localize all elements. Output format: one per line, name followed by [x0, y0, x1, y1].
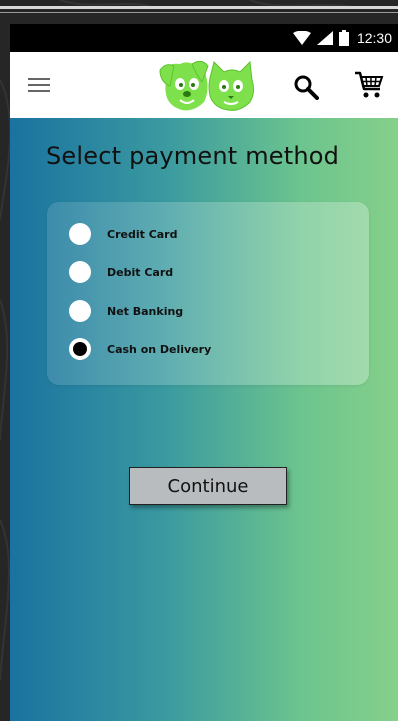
payment-options-card: Credit Card Debit Card Net Banking Cash … [47, 202, 369, 385]
search-icon[interactable] [293, 74, 319, 100]
payment-option-label: Credit Card [107, 227, 178, 241]
radio-button-selected[interactable] [69, 338, 91, 360]
status-bar: 12:30 [10, 24, 398, 52]
signal-icon [316, 31, 333, 45]
shopping-cart-icon[interactable] [354, 70, 384, 100]
payment-option-credit-card[interactable]: Credit Card [69, 222, 178, 246]
wifi-icon [292, 31, 311, 45]
page-title: Select payment method [46, 142, 340, 170]
radio-button[interactable] [69, 300, 91, 322]
dog-cat-logo [159, 60, 255, 111]
window-edge-line [0, 12, 398, 13]
window-edge [0, 6, 398, 9]
status-time: 12:30 [356, 30, 392, 46]
payment-option-label: Net Banking [107, 304, 184, 318]
radio-button[interactable] [69, 223, 91, 245]
payment-option-net-banking[interactable]: Net Banking [69, 299, 183, 323]
battery-icon [338, 30, 349, 46]
payment-option-debit-card[interactable]: Debit Card [69, 260, 173, 284]
phone-screen: 12:30 Select payment method Credit Card … [10, 24, 398, 721]
hamburger-menu-icon[interactable] [28, 77, 50, 93]
status-icons: 12:30 [292, 28, 392, 48]
payment-option-label: Cash on Delivery [107, 342, 212, 356]
radio-button[interactable] [69, 261, 91, 283]
continue-button[interactable]: Continue [129, 467, 287, 505]
payment-option-cash-on-delivery[interactable]: Cash on Delivery [69, 337, 211, 361]
payment-option-label: Debit Card [107, 265, 174, 279]
app-bar [10, 52, 398, 118]
